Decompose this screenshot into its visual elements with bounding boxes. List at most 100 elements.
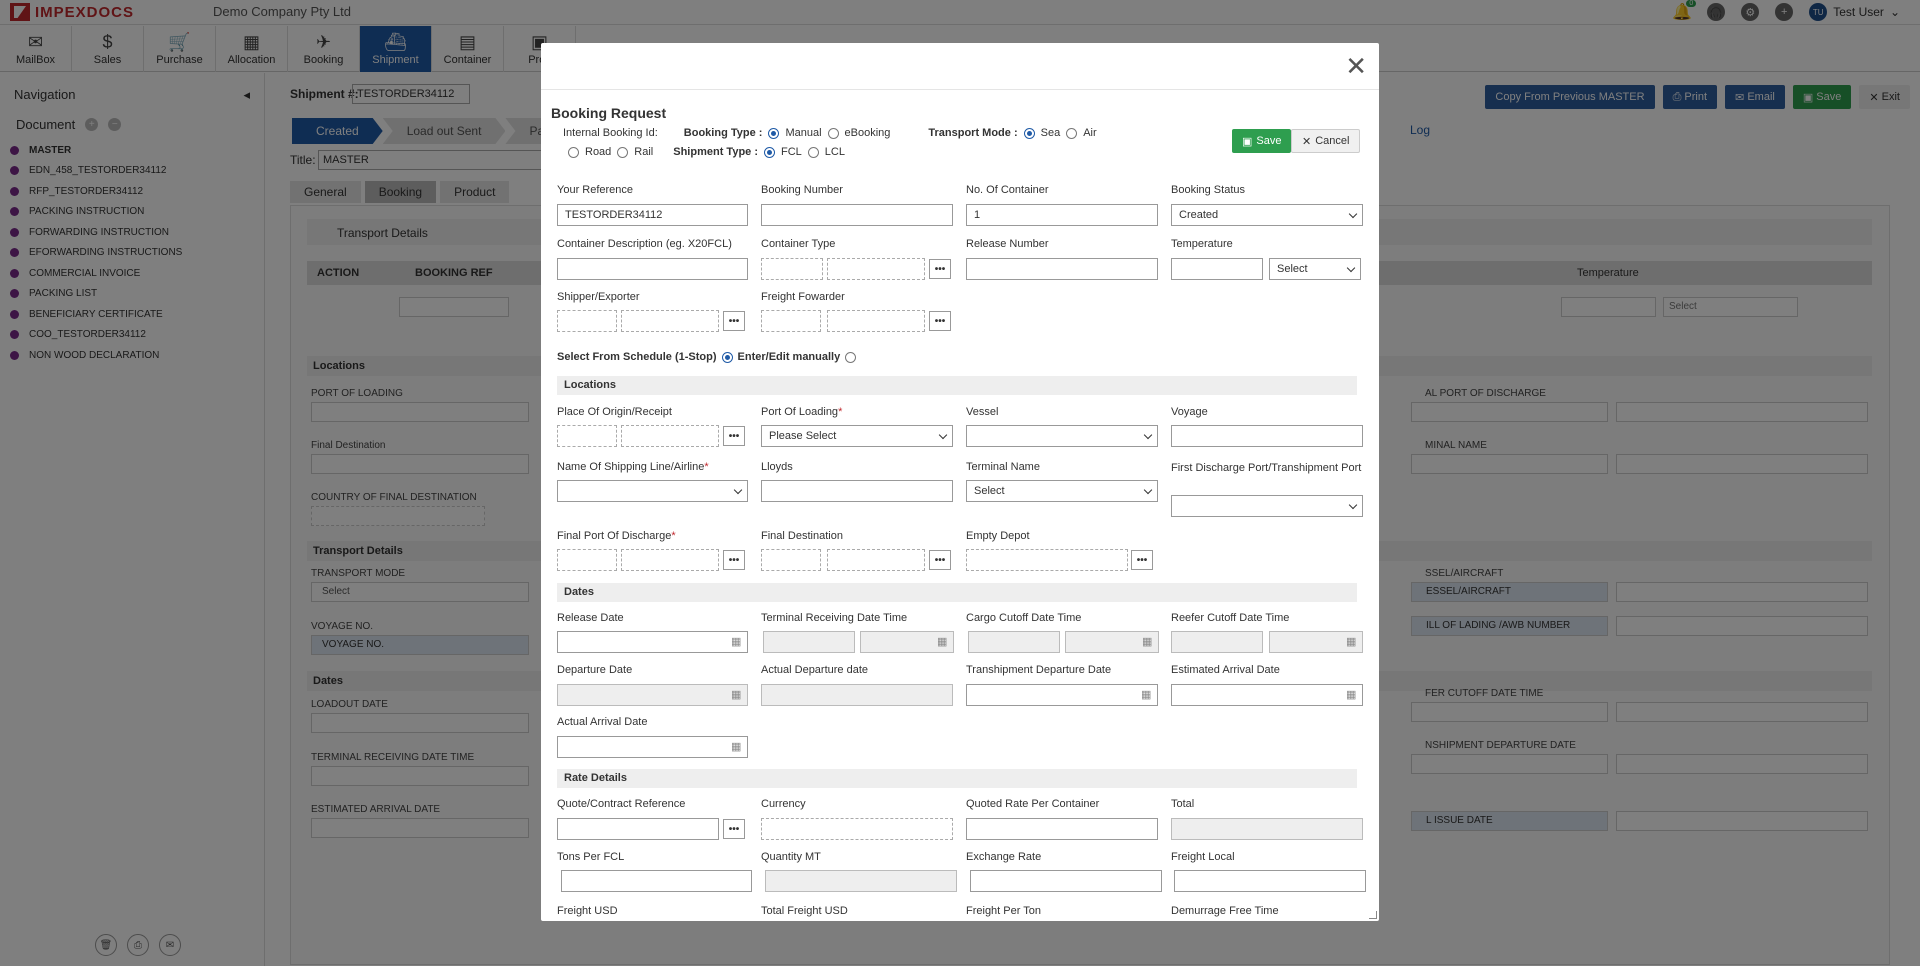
- fpod-lookup-button[interactable]: •••: [723, 550, 745, 570]
- calendar-icon[interactable]: ▦: [731, 740, 741, 753]
- voyage-input[interactable]: [1171, 425, 1363, 447]
- container-type-lookup-button[interactable]: •••: [929, 259, 951, 279]
- manual-entry-radio[interactable]: [845, 351, 857, 363]
- final-dest-lookup-button[interactable]: •••: [929, 550, 951, 570]
- cargo-cutoff-date[interactable]: [968, 631, 1060, 653]
- reefer-cutoff-label: Reefer Cutoff Date Time: [1171, 612, 1289, 624]
- label-text: Actual Departure date: [761, 664, 869, 676]
- modal-cancel-button[interactable]: ✕ Cancel: [1291, 129, 1361, 153]
- quoted-rate-label: Quoted Rate Per Container: [966, 798, 1099, 810]
- resize-handle[interactable]: [1369, 911, 1377, 919]
- total-input[interactable]: [1171, 818, 1363, 840]
- shipper-code[interactable]: [557, 310, 617, 332]
- booking-status-select[interactable]: Created: [1171, 204, 1363, 226]
- shipper-lookup-button[interactable]: •••: [723, 311, 745, 331]
- actual-departure-input[interactable]: [761, 684, 953, 706]
- required-mark: *: [704, 461, 709, 473]
- shipping-line-select[interactable]: [557, 480, 748, 502]
- container-type-name[interactable]: [827, 258, 925, 280]
- actual-arrival-input[interactable]: [557, 736, 748, 758]
- quantity-mt-input[interactable]: [765, 870, 957, 892]
- quoted-rate-input[interactable]: [966, 818, 1158, 840]
- forwarder-lookup-button[interactable]: •••: [929, 311, 951, 331]
- freight-local-input[interactable]: [1174, 870, 1366, 892]
- ebooking-radio[interactable]: [827, 127, 839, 139]
- calendar-icon[interactable]: ▦: [1346, 688, 1356, 701]
- booking-number-label: Booking Number: [761, 184, 843, 196]
- label-text: Quoted Rate Per Container: [966, 798, 1100, 810]
- modal-save-button[interactable]: ▣ Save: [1232, 129, 1292, 153]
- fcl-radio[interactable]: [764, 146, 775, 158]
- schedule-radio[interactable]: [721, 351, 733, 363]
- rail-radio[interactable]: [617, 146, 629, 158]
- forwarder-code[interactable]: [761, 310, 821, 332]
- tship-departure-label: Transhipment Departure Date: [966, 664, 1111, 676]
- forwarder-name[interactable]: [827, 310, 925, 332]
- quantity-mt-label: Quantity MT: [761, 851, 821, 863]
- final-dest-code[interactable]: [761, 549, 821, 571]
- calendar-icon[interactable]: ▦: [937, 635, 947, 648]
- terminal-receiving-label: Terminal Receiving Date Time: [761, 612, 907, 624]
- currency-input[interactable]: [761, 818, 953, 840]
- calendar-icon[interactable]: ▦: [1141, 688, 1151, 701]
- exchange-rate-label: Exchange Rate: [966, 851, 1041, 863]
- release-number-input[interactable]: [966, 258, 1158, 280]
- your-reference-input[interactable]: TESTORDER34112: [557, 204, 748, 226]
- empty-depot-input[interactable]: [966, 549, 1128, 571]
- label-text: Transhipment Departure Date: [966, 664, 1112, 676]
- transport-mode-label: Transport Mode :: [928, 127, 1018, 139]
- label-text: Freight USD: [557, 905, 618, 917]
- final-dest-name[interactable]: [827, 549, 925, 571]
- schedule-label: Select From Schedule (1-Stop): [557, 351, 717, 363]
- quote-ref-lookup-button[interactable]: •••: [723, 819, 745, 839]
- pol-select[interactable]: Please Select: [761, 425, 953, 447]
- manual-radio[interactable]: [768, 127, 780, 139]
- origin-name[interactable]: [621, 425, 719, 447]
- tons-fcl-input[interactable]: [561, 870, 752, 892]
- shipment-type-row: Road Rail Shipment Type : FCL LCL: [568, 146, 845, 158]
- temperature-input[interactable]: [1171, 258, 1263, 280]
- exchange-rate-input[interactable]: [970, 870, 1162, 892]
- release-date-input[interactable]: [557, 631, 748, 653]
- air-radio[interactable]: [1066, 127, 1078, 139]
- calendar-icon[interactable]: ▦: [1346, 635, 1356, 648]
- lcl-radio[interactable]: [807, 146, 819, 158]
- actual-arrival-label: Actual Arrival Date: [557, 716, 647, 728]
- first-discharge-select[interactable]: [1171, 495, 1363, 517]
- locations-section: Locations: [557, 376, 1357, 395]
- total-label: Total: [1171, 798, 1194, 810]
- fpod-code[interactable]: [557, 549, 617, 571]
- departure-date-input[interactable]: [557, 684, 748, 706]
- fpod-name[interactable]: [621, 549, 719, 571]
- tship-departure-input[interactable]: [966, 684, 1158, 706]
- label-text: Place Of Origin/Receipt: [557, 406, 672, 418]
- quote-ref-input[interactable]: [557, 818, 719, 840]
- booking-request-modal: ✕ Booking Request Internal Booking Id: B…: [541, 43, 1379, 921]
- temperature-unit-select[interactable]: Select: [1269, 258, 1361, 280]
- shipper-name[interactable]: [621, 310, 719, 332]
- origin-code[interactable]: [557, 425, 617, 447]
- calendar-icon[interactable]: ▦: [731, 635, 741, 648]
- no-container-input[interactable]: 1: [966, 204, 1158, 226]
- origin-lookup-button[interactable]: •••: [723, 426, 745, 446]
- container-type-code[interactable]: [761, 258, 823, 280]
- shipper-label: Shipper/Exporter: [557, 291, 640, 303]
- terminal-name-select[interactable]: Select: [966, 480, 1158, 502]
- container-desc-input[interactable]: [557, 258, 748, 280]
- reefer-cutoff-date[interactable]: [1171, 631, 1263, 653]
- label-text: No. Of Container: [966, 184, 1049, 196]
- label-text: Name Of Shipping Line/Airline: [557, 461, 705, 473]
- terminal-receiving-date[interactable]: [763, 631, 855, 653]
- calendar-icon[interactable]: ▦: [1142, 635, 1152, 648]
- road-radio[interactable]: [568, 146, 579, 158]
- vessel-select[interactable]: [966, 425, 1158, 447]
- sea-radio[interactable]: [1023, 127, 1035, 139]
- lloyds-input[interactable]: [761, 480, 953, 502]
- required-mark: *: [671, 530, 676, 542]
- eta-input[interactable]: [1171, 684, 1363, 706]
- calendar-icon[interactable]: ▦: [731, 688, 741, 701]
- close-icon[interactable]: ✕: [1345, 53, 1367, 79]
- booking-number-input[interactable]: [761, 204, 953, 226]
- empty-depot-lookup-button[interactable]: •••: [1131, 550, 1153, 570]
- label-text: Final Destination: [761, 530, 843, 542]
